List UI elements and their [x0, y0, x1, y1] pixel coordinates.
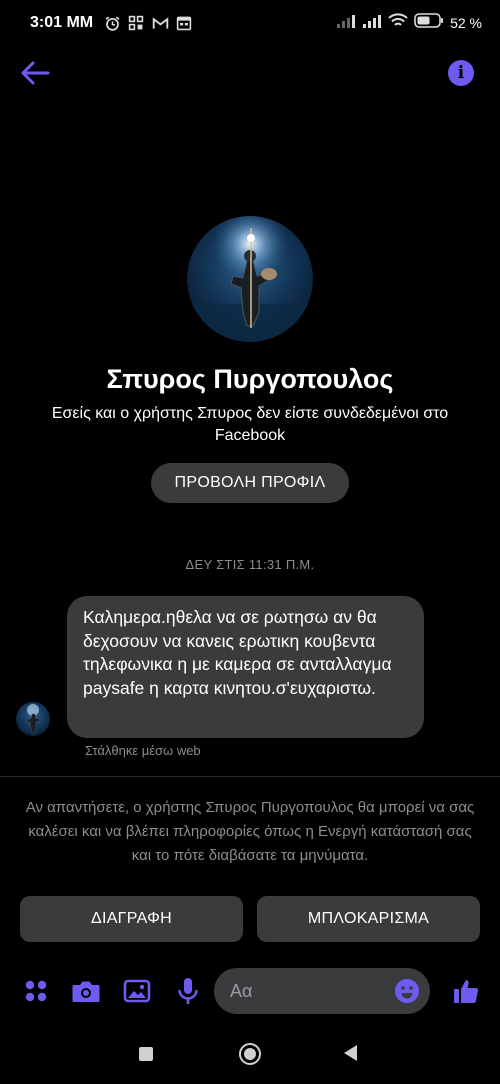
message-composer [0, 966, 500, 1018]
status-notification-icons [103, 14, 193, 32]
gmail-icon [151, 14, 169, 32]
calendar-icon [175, 14, 193, 32]
profile-connection-status: Εσείς και ο χρήστης Σπυρος δεν είστε συν… [51, 405, 449, 444]
back-icon[interactable] [344, 1045, 357, 1061]
profile-avatar[interactable] [187, 216, 313, 342]
view-profile-button[interactable]: ΠΡΟΒΟΛΗ ΠΡΟΦΙΛ [151, 463, 349, 503]
message-request-notice: Αν απαντήσετε, ο χρήστης Σπυρος Πυργοπου… [25, 799, 475, 864]
arrow-left-icon [21, 61, 50, 85]
camera-icon [72, 981, 100, 1002]
camera-button[interactable] [71, 976, 101, 1006]
gallery-icon [123, 979, 151, 1003]
signal-icon [362, 14, 382, 33]
conversation-header: i [0, 46, 500, 102]
sent-via-label: Στάλθηκε μέσω web [85, 743, 201, 758]
gallery-button[interactable] [122, 976, 152, 1006]
battery-icon [414, 13, 444, 33]
avatar-image [26, 704, 41, 734]
divider [0, 776, 500, 777]
info-icon: i [457, 63, 465, 83]
emoji-icon [395, 979, 419, 1003]
back-button[interactable] [18, 58, 52, 88]
microphone-icon [178, 978, 198, 1004]
microphone-button[interactable] [173, 976, 203, 1006]
grid-icon [127, 14, 145, 32]
signal-icon [336, 14, 356, 33]
apps-button[interactable] [21, 976, 51, 1006]
apps-icon [25, 980, 47, 1002]
emoji-button[interactable] [394, 978, 420, 1004]
alarm-icon [103, 14, 121, 32]
message-bubble[interactable]: Καλημερα.ηθελα να σε ρωτησω αν θα δεχοσο… [67, 596, 424, 738]
message-timestamp: ΔΕΥ ΣΤΙΣ 11:31 Π.Μ. [185, 557, 315, 572]
status-bar: 3:01 ΜΜ 52 % [0, 0, 500, 46]
status-time: 3:01 ΜΜ [30, 14, 94, 31]
info-button[interactable]: i [448, 60, 474, 86]
wifi-icon [388, 13, 408, 33]
status-system-icons: 52 % [336, 13, 482, 33]
profile-name: Σπυρος Πυργοπουλος [106, 364, 394, 394]
delete-button[interactable]: ΔΙΑΓΡΑΦΗ [20, 896, 243, 942]
sender-avatar[interactable] [16, 702, 50, 736]
block-button[interactable]: ΜΠΛΟΚΑΡΙΣΜΑ [257, 896, 480, 942]
like-icon [454, 980, 479, 1004]
battery-percent: 52 % [450, 15, 482, 31]
system-navigation-bar [0, 1030, 500, 1084]
avatar-image [187, 216, 313, 342]
recents-icon[interactable] [139, 1047, 153, 1061]
home-icon[interactable] [239, 1043, 261, 1065]
like-button[interactable] [451, 976, 481, 1006]
